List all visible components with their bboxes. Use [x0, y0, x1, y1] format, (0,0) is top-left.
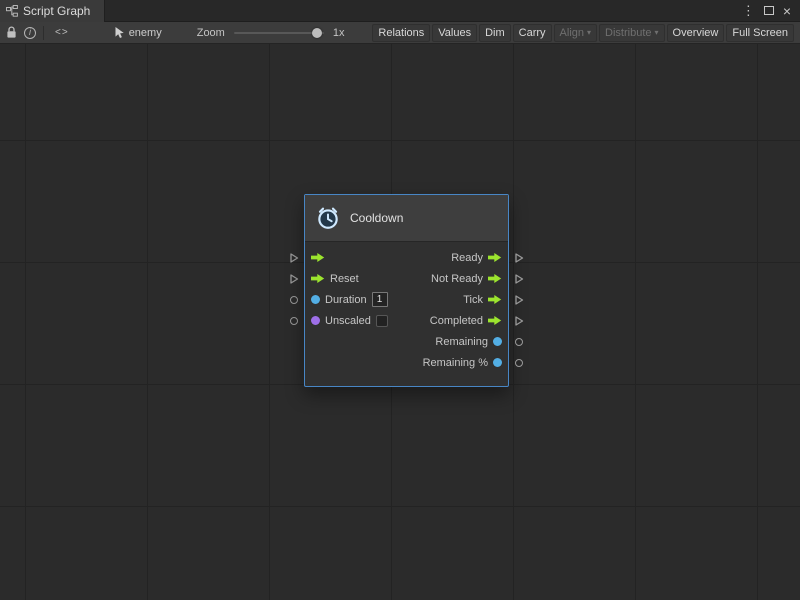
- toolbar-button-carry[interactable]: Carry: [513, 24, 552, 42]
- output-port-label: Remaining: [435, 336, 488, 348]
- toolbar-button-align: Align▾: [554, 24, 597, 42]
- flow-port-icon[interactable]: [488, 294, 502, 305]
- maximize-icon[interactable]: [764, 6, 774, 15]
- graph-pointer[interactable]: enemy: [114, 26, 162, 39]
- toolbar-button-label: Dim: [485, 27, 505, 39]
- flow-port-socket[interactable]: [513, 289, 525, 310]
- left-markers: [288, 247, 300, 331]
- script-graph-icon: [6, 5, 18, 17]
- toolbar-button-label: Values: [438, 27, 471, 39]
- window-controls: ⋮ ×: [742, 4, 800, 18]
- value-port-socket[interactable]: [513, 331, 525, 352]
- input-port-label: Unscaled: [325, 315, 371, 327]
- node-title: Cooldown: [350, 211, 403, 225]
- input-port-label: Reset: [330, 273, 359, 285]
- output-port-label: Not Ready: [431, 273, 483, 285]
- window-menu-icon[interactable]: ⋮: [742, 4, 755, 17]
- toolbar-button-label: Overview: [673, 27, 719, 39]
- toolbar-button-label: Full Screen: [732, 27, 788, 39]
- output-port-label: Tick: [463, 294, 483, 306]
- flow-port-socket[interactable]: [513, 247, 525, 268]
- flow-port-socket[interactable]: [288, 268, 300, 289]
- output-port-label: Ready: [451, 252, 483, 264]
- pointer-icon: [114, 26, 125, 39]
- node-header[interactable]: Cooldown: [305, 195, 508, 242]
- unscaled-checkbox[interactable]: [376, 315, 388, 327]
- zoom-slider[interactable]: [234, 27, 324, 39]
- toolbar-button-label: Align: [560, 27, 584, 39]
- flow-port-socket[interactable]: [288, 247, 300, 268]
- close-icon[interactable]: ×: [783, 4, 791, 18]
- node-row: Duration 1 Tick: [305, 289, 508, 310]
- value-port-icon[interactable]: [493, 358, 502, 367]
- graph-toolbar: i <> enemy Zoom 1x Relations Values Dim Car…: [0, 22, 800, 44]
- toolbar-buttons: RelationsValuesDimCarryAlign▾Distribute▾…: [372, 24, 794, 42]
- node-row: Unscaled Completed: [305, 310, 508, 331]
- info-icon[interactable]: i: [24, 27, 36, 39]
- node-rows: Ready Reset Not Ready Duration 1 Tick Unscaled…: [305, 242, 508, 386]
- zoom-slider-handle[interactable]: [312, 28, 322, 38]
- output-port-label: Remaining %: [423, 357, 488, 369]
- title-bar: Script Graph ⋮ ×: [0, 0, 800, 22]
- node-row: Reset Not Ready: [305, 268, 508, 289]
- cooldown-clock-icon: [315, 205, 341, 231]
- node-row: Remaining: [305, 331, 508, 352]
- zoom-value: 1x: [333, 27, 345, 39]
- value-port-socket[interactable]: [513, 352, 525, 373]
- graph-canvas[interactable]: Cooldown Ready Reset Not Ready Duration 1 Tic…: [0, 44, 800, 600]
- output-port-label: Completed: [430, 315, 483, 327]
- flow-port-icon[interactable]: [488, 273, 502, 284]
- value-port-icon[interactable]: [493, 337, 502, 346]
- node-wrap: Cooldown Ready Reset Not Ready Duration 1 Tic…: [288, 194, 525, 387]
- tab-script-graph[interactable]: Script Graph: [0, 0, 105, 22]
- duration-field[interactable]: 1: [372, 292, 388, 307]
- toolbar-button-relations[interactable]: Relations: [372, 24, 430, 42]
- chevron-down-icon: ▾: [655, 28, 659, 37]
- right-markers: [513, 247, 525, 373]
- toolbar-button-values[interactable]: Values: [432, 24, 477, 42]
- chevron-down-icon: ▾: [587, 28, 591, 37]
- zoom-slider-track: [234, 32, 324, 34]
- toolbar-button-full-screen[interactable]: Full Screen: [726, 24, 794, 42]
- pointer-label: enemy: [129, 27, 162, 39]
- value-port-icon[interactable]: [311, 295, 320, 304]
- toolbar-button-distribute: Distribute ▾: [599, 24, 664, 42]
- lock-icon[interactable]: [6, 26, 17, 39]
- node-row: Ready: [305, 247, 508, 268]
- toolbar-button-dim[interactable]: Dim: [479, 24, 511, 42]
- flow-port-icon[interactable]: [311, 273, 325, 284]
- toolbar-button-overview[interactable]: Overview: [667, 24, 725, 42]
- toolbar-button-label: Distribute: [605, 27, 651, 39]
- input-port-label: Duration: [325, 294, 367, 306]
- node-row: Remaining %: [305, 352, 508, 373]
- tab-title: Script Graph: [23, 4, 90, 18]
- flow-port-icon[interactable]: [311, 252, 325, 263]
- cooldown-node[interactable]: Cooldown Ready Reset Not Ready Duration 1 Tic…: [304, 194, 509, 387]
- flow-port-socket[interactable]: [513, 310, 525, 331]
- toolbar-separator: [43, 26, 44, 40]
- value-port-socket[interactable]: [288, 289, 300, 310]
- value-port-icon[interactable]: [311, 316, 320, 325]
- toolbar-button-label: Relations: [378, 27, 424, 39]
- value-port-socket[interactable]: [288, 310, 300, 331]
- toolbar-button-label: Carry: [519, 27, 546, 39]
- flow-port-socket[interactable]: [513, 268, 525, 289]
- code-icon[interactable]: <>: [55, 27, 69, 38]
- zoom-label: Zoom: [197, 27, 225, 39]
- flow-port-icon[interactable]: [488, 315, 502, 326]
- flow-port-icon[interactable]: [488, 252, 502, 263]
